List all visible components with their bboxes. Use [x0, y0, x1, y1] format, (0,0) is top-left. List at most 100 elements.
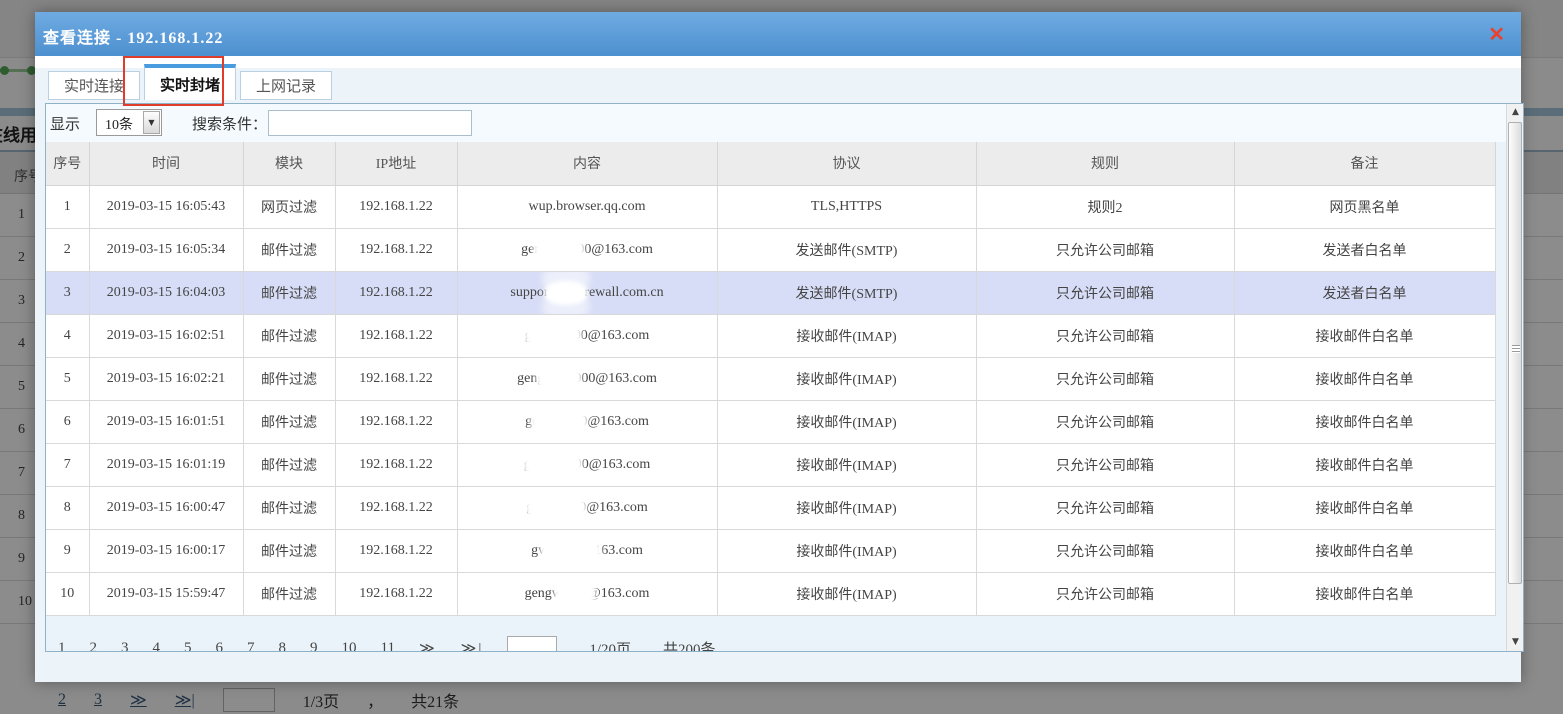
chevron-down-icon[interactable]: ▼	[143, 111, 160, 134]
cell-rule: 只允许公司邮箱	[976, 443, 1234, 486]
table-row[interactable]: 82019-03-15 16:00:47邮件过滤192.168.1.22g0@1…	[46, 486, 1495, 529]
search-input[interactable]	[268, 110, 472, 136]
table-row[interactable]: 62019-03-15 16:01:51邮件过滤192.168.1.22ge0@…	[46, 400, 1495, 443]
tab-1[interactable]: 实时连接	[48, 71, 140, 100]
column-header: 模块	[243, 142, 335, 185]
dialog-title: 查看连接 - 192.168.1.22	[43, 24, 223, 48]
dialog-titlebar: 查看连接 - 192.168.1.22 ✕	[35, 12, 1521, 56]
cell-ip: 192.168.1.22	[335, 400, 457, 443]
cell-no: 2	[46, 228, 89, 271]
vertical-scrollbar[interactable]: ▲ ▼	[1506, 104, 1523, 651]
cell-module: 邮件过滤	[243, 529, 335, 572]
cell-module: 邮件过滤	[243, 572, 335, 615]
table-row[interactable]: 42019-03-15 16:02:51邮件过滤192.168.1.22g00@…	[46, 314, 1495, 357]
cell-content: g00@163.com	[457, 443, 717, 486]
table-row[interactable]: 102019-03-15 15:59:47邮件过滤192.168.1.22gen…	[46, 572, 1495, 615]
scroll-down-icon[interactable]: ▼	[1507, 634, 1524, 651]
cell-time: 2019-03-15 16:04:03	[89, 271, 243, 314]
tab-bar: 实时连接实时封堵上网记录	[48, 64, 336, 100]
cell-content: gengw@163.com	[457, 572, 717, 615]
page-link[interactable]: 6	[216, 640, 224, 653]
table-row[interactable]: 12019-03-15 16:05:43网页过滤192.168.1.22wup.…	[46, 185, 1495, 228]
pagesize-value: 10条	[105, 114, 133, 134]
cell-ip: 192.168.1.22	[335, 443, 457, 486]
scroll-up-icon[interactable]: ▲	[1507, 104, 1524, 121]
cell-ip: 192.168.1.22	[335, 314, 457, 357]
redaction-blur	[544, 281, 588, 305]
column-header: 备注	[1234, 142, 1495, 185]
column-header: 序号	[46, 142, 89, 185]
table-row[interactable]: 92019-03-15 16:00:17邮件过滤192.168.1.22gw16…	[46, 529, 1495, 572]
pagesize-dropdown[interactable]: 10条 ▼	[96, 109, 162, 136]
tab-3[interactable]: 上网记录	[240, 71, 332, 100]
page-next[interactable]: ≫	[419, 639, 437, 653]
content-scroll-panel: 显示 10条 ▼ 搜索条件： 序号时间模块IP地址内容协议规则备注 12019-…	[45, 103, 1524, 652]
cell-module: 邮件过滤	[243, 314, 335, 357]
page-link[interactable]: 5	[184, 640, 192, 653]
cell-content: gw163.com	[457, 529, 717, 572]
cell-no: 4	[46, 314, 89, 357]
page-info: 1/20页	[589, 638, 631, 653]
cell-no: 9	[46, 529, 89, 572]
cell-rule: 只允许公司邮箱	[976, 572, 1234, 615]
page-link[interactable]: 1	[58, 640, 66, 653]
page-link[interactable]: 2	[90, 640, 98, 653]
cell-protocol: 接收邮件(IMAP)	[717, 314, 976, 357]
redaction-blur	[523, 453, 583, 477]
cell-rule: 只允许公司邮箱	[976, 529, 1234, 572]
page-input[interactable]	[507, 636, 557, 652]
page-last[interactable]: ≫|	[461, 639, 484, 653]
table-row[interactable]: 22019-03-15 16:05:34邮件过滤192.168.1.22gen0…	[46, 228, 1495, 271]
redaction-blur	[540, 539, 602, 563]
scrollbar-thumb[interactable]	[1508, 122, 1522, 584]
cell-time: 2019-03-15 16:00:17	[89, 529, 243, 572]
page-total: 共200条	[663, 638, 716, 653]
cell-protocol: 接收邮件(IMAP)	[717, 572, 976, 615]
cell-no: 10	[46, 572, 89, 615]
page-link[interactable]: 10	[342, 640, 357, 653]
cell-protocol: 接收邮件(IMAP)	[717, 357, 976, 400]
cell-module: 邮件过滤	[243, 443, 335, 486]
cell-time: 2019-03-15 16:01:19	[89, 443, 243, 486]
cell-module: 邮件过滤	[243, 486, 335, 529]
redaction-blur	[533, 238, 585, 262]
cell-rule: 只允许公司邮箱	[976, 357, 1234, 400]
column-header: 时间	[89, 142, 243, 185]
cell-content: supportirewall.com.cn	[457, 271, 717, 314]
page-link[interactable]: 8	[279, 640, 287, 653]
page-link[interactable]: 4	[153, 640, 161, 653]
table-row[interactable]: 72019-03-15 16:01:19邮件过滤192.168.1.22g00@…	[46, 443, 1495, 486]
redaction-blur	[524, 324, 582, 348]
cell-no: 8	[46, 486, 89, 529]
cell-no: 3	[46, 271, 89, 314]
filter-row: 显示 10条 ▼ 搜索条件：	[46, 104, 1523, 142]
blocking-table: 序号时间模块IP地址内容协议规则备注 12019-03-15 16:05:43网…	[46, 142, 1496, 616]
page-link[interactable]: 7	[247, 640, 255, 653]
cell-remark: 接收邮件白名单	[1234, 486, 1495, 529]
cell-no: 7	[46, 443, 89, 486]
table-row[interactable]: 52019-03-15 16:02:21邮件过滤192.168.1.22geng…	[46, 357, 1495, 400]
cell-protocol: 接收邮件(IMAP)	[717, 529, 976, 572]
cell-ip: 192.168.1.22	[335, 185, 457, 228]
cell-rule: 只允许公司邮箱	[976, 400, 1234, 443]
cell-remark: 接收邮件白名单	[1234, 572, 1495, 615]
page-link[interactable]: 3	[121, 640, 129, 653]
cell-content: wup.browser.qq.com	[457, 185, 717, 228]
table-row[interactable]: 32019-03-15 16:04:03邮件过滤192.168.1.22supp…	[46, 271, 1495, 314]
page-link[interactable]: 9	[310, 640, 318, 653]
tab-2[interactable]: 实时封堵	[144, 64, 236, 100]
column-header: 协议	[717, 142, 976, 185]
cell-module: 邮件过滤	[243, 271, 335, 314]
redaction-blur	[536, 367, 582, 391]
cell-remark: 接收邮件白名单	[1234, 357, 1495, 400]
cell-remark: 发送者白名单	[1234, 271, 1495, 314]
close-icon[interactable]: ✕	[1488, 22, 1505, 47]
cell-protocol: 发送邮件(SMTP)	[717, 228, 976, 271]
cell-content: ge0@163.com	[457, 400, 717, 443]
cell-module: 邮件过滤	[243, 400, 335, 443]
cell-module: 邮件过滤	[243, 357, 335, 400]
view-connection-dialog: 查看连接 - 192.168.1.22 ✕ 实时连接实时封堵上网记录 显示 10…	[35, 12, 1521, 682]
cell-protocol: 接收邮件(IMAP)	[717, 443, 976, 486]
page-link[interactable]: 11	[381, 640, 395, 653]
cell-remark: 接收邮件白名单	[1234, 443, 1495, 486]
